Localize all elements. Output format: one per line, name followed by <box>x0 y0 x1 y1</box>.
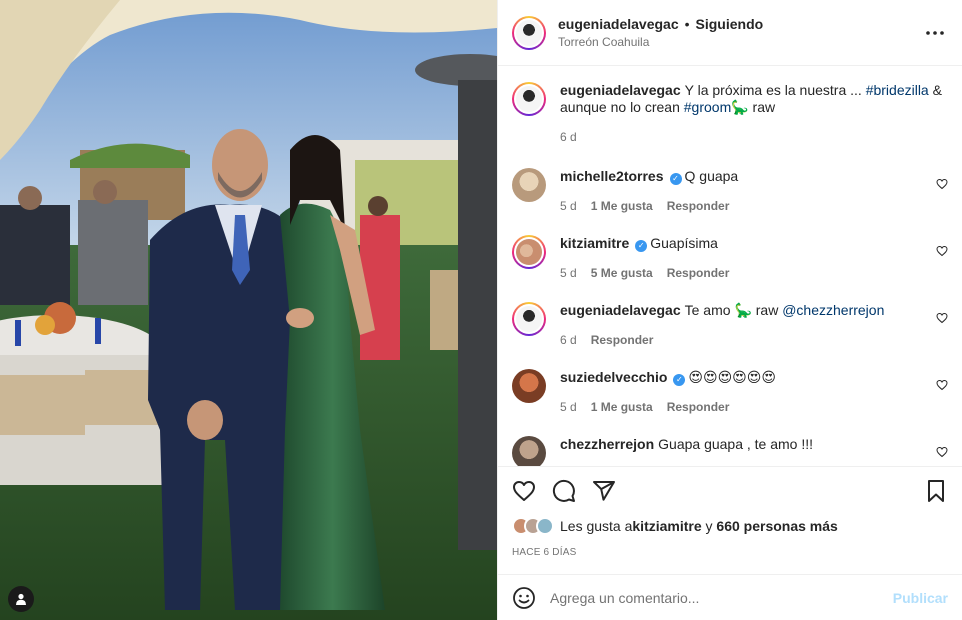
comment-icon[interactable] <box>552 479 576 503</box>
paper-plane-icon[interactable] <box>592 479 616 503</box>
avatar[interactable] <box>512 369 546 403</box>
avatar[interactable] <box>512 82 546 116</box>
comment-username[interactable]: kitziamitre <box>560 235 629 251</box>
comment-likes[interactable]: 1 Me gusta <box>591 399 653 416</box>
user-tags-button[interactable] <box>8 586 34 612</box>
comment-text: Guapísima <box>650 235 718 251</box>
liker-avatars <box>512 517 554 535</box>
post-header: eugeniadelavegac • Siguiendo Torreón Coa… <box>498 0 962 66</box>
publish-button[interactable]: Publicar <box>893 590 948 606</box>
comment: eugeniadelavegac Te amo 🦕 raw @chezzherre… <box>512 302 948 349</box>
verified-badge-icon: ✓ <box>635 240 648 252</box>
comment-age[interactable]: 5 d <box>560 399 577 416</box>
caption-text-part: Y la próxima es la nuestra ... <box>684 82 866 98</box>
comment-likes[interactable]: 5 Me gusta <box>591 265 653 282</box>
comment-text: 😍😍😍😍😍😍 <box>688 369 776 385</box>
author-username[interactable]: eugeniadelavegac <box>558 16 679 32</box>
avatar[interactable] <box>512 15 546 50</box>
add-comment-bar: Publicar <box>498 574 962 620</box>
avatar[interactable] <box>512 436 546 466</box>
caption-text-part: raw <box>748 99 776 115</box>
likes-summary[interactable]: Les gusta a kitziamitre y 660 personas m… <box>512 517 948 535</box>
comment-text: raw <box>751 302 783 318</box>
bookmark-icon[interactable] <box>924 479 948 503</box>
comment-age[interactable]: 6 d <box>560 332 577 349</box>
comment-input[interactable] <box>550 589 893 606</box>
comment: chezzherrejon Guapa guapa , te amo !!! <box>512 436 948 466</box>
likes-count[interactable]: 660 personas más <box>716 518 837 534</box>
comment-username[interactable]: eugeniadelavegac <box>560 302 681 318</box>
comment-username[interactable]: suziedelvecchio <box>560 369 667 385</box>
wedding-photo <box>0 0 497 620</box>
liker-username[interactable]: kitziamitre <box>632 518 701 534</box>
comments-list[interactable]: eugeniadelavegac Y la próxima es la nuest… <box>498 66 962 466</box>
comment: kitziamitre ✓ Guapísima 5 d 5 Me gusta Res… <box>512 235 948 282</box>
post-date[interactable]: HACE 6 DÍAS <box>512 547 948 558</box>
hashtag-link[interactable]: #groom <box>684 99 731 115</box>
verified-badge-icon: ✓ <box>669 173 682 185</box>
avatar[interactable] <box>512 168 546 202</box>
ellipsis-icon <box>926 30 944 35</box>
comment-username[interactable]: michelle2torres <box>560 168 664 184</box>
post-modal: eugeniadelavegac • Siguiendo Torreón Coa… <box>0 0 962 620</box>
heart-icon[interactable] <box>936 312 948 324</box>
mention-link[interactable]: @chezzherrejon <box>782 302 884 318</box>
avatar[interactable] <box>512 302 546 336</box>
caption-username[interactable]: eugeniadelavegac <box>560 82 681 98</box>
smiley-icon[interactable] <box>512 586 536 610</box>
reply-button[interactable]: Responder <box>667 265 730 282</box>
post-details-panel: eugeniadelavegac • Siguiendo Torreón Coa… <box>497 0 962 620</box>
comment: michelle2torres ✓ Q guapa 5 d 1 Me gusta R… <box>512 168 948 215</box>
caption-age[interactable]: 6 d <box>560 129 577 146</box>
separator-dot: • <box>684 16 690 32</box>
comment: suziedelvecchio ✓ 😍😍😍😍😍😍 5 d 1 Me gusta Re… <box>512 369 948 416</box>
reply-button[interactable]: Responder <box>667 198 730 215</box>
post-photo[interactable] <box>0 0 497 620</box>
hashtag-link[interactable]: #bridezilla <box>866 82 929 98</box>
comment-likes[interactable]: 1 Me gusta <box>591 198 653 215</box>
caption: eugeniadelavegac Y la próxima es la nuest… <box>512 82 948 146</box>
likes-prefix: Les gusta a <box>560 518 633 534</box>
avatar[interactable] <box>512 235 546 269</box>
comment-text: Te amo <box>684 302 735 318</box>
heart-icon[interactable] <box>936 379 948 391</box>
heart-icon[interactable] <box>936 178 948 190</box>
following-button[interactable]: Siguiendo <box>696 16 764 32</box>
likes-connector: y <box>701 518 717 534</box>
reply-button[interactable]: Responder <box>591 332 654 349</box>
dinosaur-emoji: 🦕 <box>734 302 752 318</box>
comment-username[interactable]: chezzherrejon <box>560 436 654 452</box>
post-actions: Les gusta a kitziamitre y 660 personas m… <box>498 466 962 574</box>
heart-icon[interactable] <box>936 245 948 257</box>
caption-text: eugeniadelavegac Y la próxima es la nuest… <box>560 82 948 116</box>
heart-icon[interactable] <box>512 479 536 503</box>
heart-icon[interactable] <box>936 446 948 458</box>
comment-text: Q guapa <box>684 168 739 184</box>
comment-text: Guapa guapa , te amo !!! <box>658 436 814 452</box>
verified-badge-icon: ✓ <box>673 374 686 386</box>
reply-button[interactable]: Responder <box>667 399 730 416</box>
comment-age[interactable]: 5 d <box>560 265 577 282</box>
person-icon <box>16 593 26 605</box>
more-options-button[interactable] <box>922 20 948 46</box>
location-link[interactable]: Torreón Coahuila <box>558 35 922 49</box>
dinosaur-emoji: 🦕 <box>731 99 749 115</box>
comment-age[interactable]: 5 d <box>560 198 577 215</box>
